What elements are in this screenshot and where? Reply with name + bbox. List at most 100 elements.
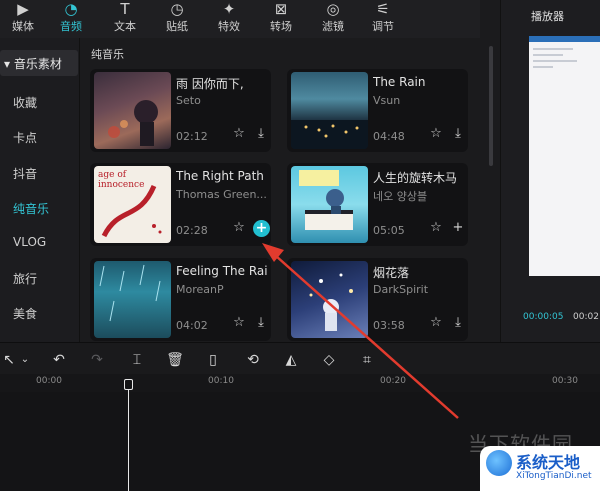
toolbar-transition-label: 转场 <box>270 20 292 33</box>
thumbnail-caption: age of innocence <box>98 170 145 190</box>
preview-line <box>533 48 573 50</box>
track-artist: DarkSpirit <box>373 283 429 296</box>
ruler-tick: 00:20 <box>380 376 406 386</box>
rotate-icon[interactable]: ◇ <box>320 351 338 369</box>
track-card[interactable]: 雨 因你而下, Seto 02:12 ☆ ⤓ <box>90 69 271 152</box>
track-card[interactable]: 烟花落 DarkSpirit 03:58 ☆ ⤓ <box>287 258 468 341</box>
sidebar-item-douyin[interactable]: 抖音 <box>13 165 37 182</box>
reverse-icon[interactable]: ⟲ <box>244 351 262 369</box>
redo-icon[interactable]: ↷ <box>88 351 106 369</box>
mirror-icon[interactable]: ◭ <box>282 351 300 369</box>
current-time: 00:00:05 <box>523 312 564 322</box>
watermark-url: XiTongTianDi.net <box>516 471 592 481</box>
track-thumbnail <box>94 261 171 338</box>
track-duration: 04:02 <box>176 319 208 332</box>
download-icon[interactable]: ⤓ <box>450 315 466 331</box>
top-toolbar: ▶ 媒体 ◔ 音频 T 文本 ◷ 贴纸 ✦ 特效 ⊠ 转场 ◎ 滤镜 ⚟ 调节 <box>0 0 500 38</box>
sidebar-header-label: ▾ 音乐素材 <box>4 57 62 71</box>
track-duration: 05:05 <box>373 224 405 237</box>
track-card[interactable]: The Rain Vsun 04:48 ☆ ⤓ <box>287 69 468 152</box>
playhead-handle[interactable] <box>124 379 133 390</box>
delete-icon[interactable]: 🗑 <box>166 351 184 369</box>
track-card[interactable]: age of innocence The Right Path Thomas G… <box>90 163 271 246</box>
toolbar-adjust-label: 调节 <box>372 20 394 33</box>
track-thumbnail: age of innocence <box>94 166 171 243</box>
track-artist: Vsun <box>373 94 401 107</box>
download-icon[interactable]: ⤓ <box>450 126 466 142</box>
toolbar-text[interactable]: T 文本 <box>102 0 148 38</box>
ruler-tick: 00:30 <box>552 376 578 386</box>
star-icon[interactable]: ☆ <box>428 315 444 331</box>
toolbar-media[interactable]: ▶ 媒体 <box>0 0 46 38</box>
chevron-down-icon[interactable]: ⌄ <box>16 351 34 369</box>
watermark-name: 系统天地 <box>516 453 581 472</box>
playhead[interactable] <box>128 384 129 491</box>
music-list-panel: 纯音乐 雨 因你而下, Seto 02:12 ☆ ⤓ The Rain Vsun… <box>81 38 480 342</box>
star-icon[interactable]: ☆ <box>428 220 444 236</box>
freeze-frame-icon[interactable]: ▯ <box>204 351 222 369</box>
track-title: The Rain <box>373 75 426 89</box>
toolbar-filter-label: 滤镜 <box>322 20 344 33</box>
track-duration: 03:58 <box>373 319 405 332</box>
star-icon[interactable]: ☆ <box>428 126 444 142</box>
toolbar-audio[interactable]: ◔ 音频 <box>48 0 94 38</box>
media-icon: ▶ <box>17 0 29 18</box>
track-thumbnail <box>94 72 171 149</box>
crop-icon[interactable]: ⌗ <box>358 351 376 369</box>
toolbar-audio-label: 音频 <box>60 20 82 33</box>
sidebar-item-travel[interactable]: 旅行 <box>13 270 37 287</box>
adjust-icon: ⚟ <box>376 0 390 18</box>
sidebar-item-food[interactable]: 美食 <box>13 305 37 322</box>
watermark-logo-icon <box>486 450 512 476</box>
undo-icon[interactable]: ↶ <box>50 351 68 369</box>
text-icon: T <box>120 0 130 18</box>
sidebar-item-beat[interactable]: 卡点 <box>13 129 37 146</box>
toolbar-effects-label: 特效 <box>218 20 240 33</box>
sidebar-header[interactable]: ▾ 音乐素材 <box>0 50 78 76</box>
sidebar-item-vlog[interactable]: VLOG <box>13 235 46 249</box>
timeline-ruler[interactable]: 00:00 00:10 00:20 00:30 <box>0 374 600 392</box>
track-title: 烟花落 <box>373 266 410 280</box>
preview-line <box>533 60 577 62</box>
track-title: Feeling The Rain <box>176 264 268 278</box>
sidebar-item-favorites[interactable]: 收藏 <box>13 94 37 111</box>
track-artist: MoreanP <box>176 283 224 296</box>
track-card[interactable]: 人生的旋转木马 네오 양상블 05:05 ☆ + <box>287 163 468 246</box>
star-icon[interactable]: ☆ <box>231 315 247 331</box>
sticker-icon: ◷ <box>170 0 184 18</box>
preview-line <box>533 66 553 68</box>
star-icon[interactable]: ☆ <box>231 126 247 142</box>
toolbar-sticker[interactable]: ◷ 贴纸 <box>154 0 200 38</box>
toolbar-filter[interactable]: ◎ 滤镜 <box>310 0 356 38</box>
music-category-sidebar: ▾ 音乐素材 收藏 卡点 抖音 纯音乐 VLOG 旅行 美食 <box>0 38 80 342</box>
track-title: The Right Path <box>176 169 264 183</box>
timeline-toolbar: ↖ ⌄ ↶ ↷ ⌶ 🗑 ▯ ⟲ ◭ ◇ ⌗ <box>0 342 600 374</box>
effects-icon: ✦ <box>222 0 236 18</box>
track-duration: 04:48 <box>373 130 405 143</box>
track-thumbnail <box>291 166 368 243</box>
toolbar-effects[interactable]: ✦ 特效 <box>206 0 252 38</box>
total-time: 00:02 <box>573 312 599 322</box>
toolbar-media-label: 媒体 <box>12 20 34 33</box>
track-thumbnail <box>291 72 368 149</box>
track-card[interactable]: Feeling The Rain MoreanP 04:02 ☆ ⤓ <box>90 258 271 341</box>
track-duration: 02:12 <box>176 130 208 143</box>
filter-icon: ◎ <box>326 0 340 18</box>
add-to-track-button[interactable]: + <box>253 220 270 237</box>
star-icon[interactable]: ☆ <box>231 220 247 236</box>
track-title: 人生的旋转木马 <box>373 171 458 185</box>
track-thumbnail <box>291 261 368 338</box>
toolbar-adjust[interactable]: ⚟ 调节 <box>360 0 406 38</box>
toolbar-transition[interactable]: ⊠ 转场 <box>258 0 304 38</box>
add-icon[interactable]: + <box>450 220 466 236</box>
preview-titlebar <box>529 36 600 42</box>
split-icon[interactable]: ⌶ <box>128 351 146 369</box>
download-icon[interactable]: ⤓ <box>253 126 269 142</box>
download-icon[interactable]: ⤓ <box>253 315 269 331</box>
sidebar-item-pure-music[interactable]: 纯音乐 <box>13 200 49 217</box>
track-artist: Thomas Green... <box>176 188 267 201</box>
track-title: 雨 因你而下, <box>176 77 244 91</box>
section-title: 纯音乐 <box>91 48 124 61</box>
scrollbar[interactable] <box>489 46 493 166</box>
sidebar-header-text: 音乐素材 <box>13 57 62 71</box>
